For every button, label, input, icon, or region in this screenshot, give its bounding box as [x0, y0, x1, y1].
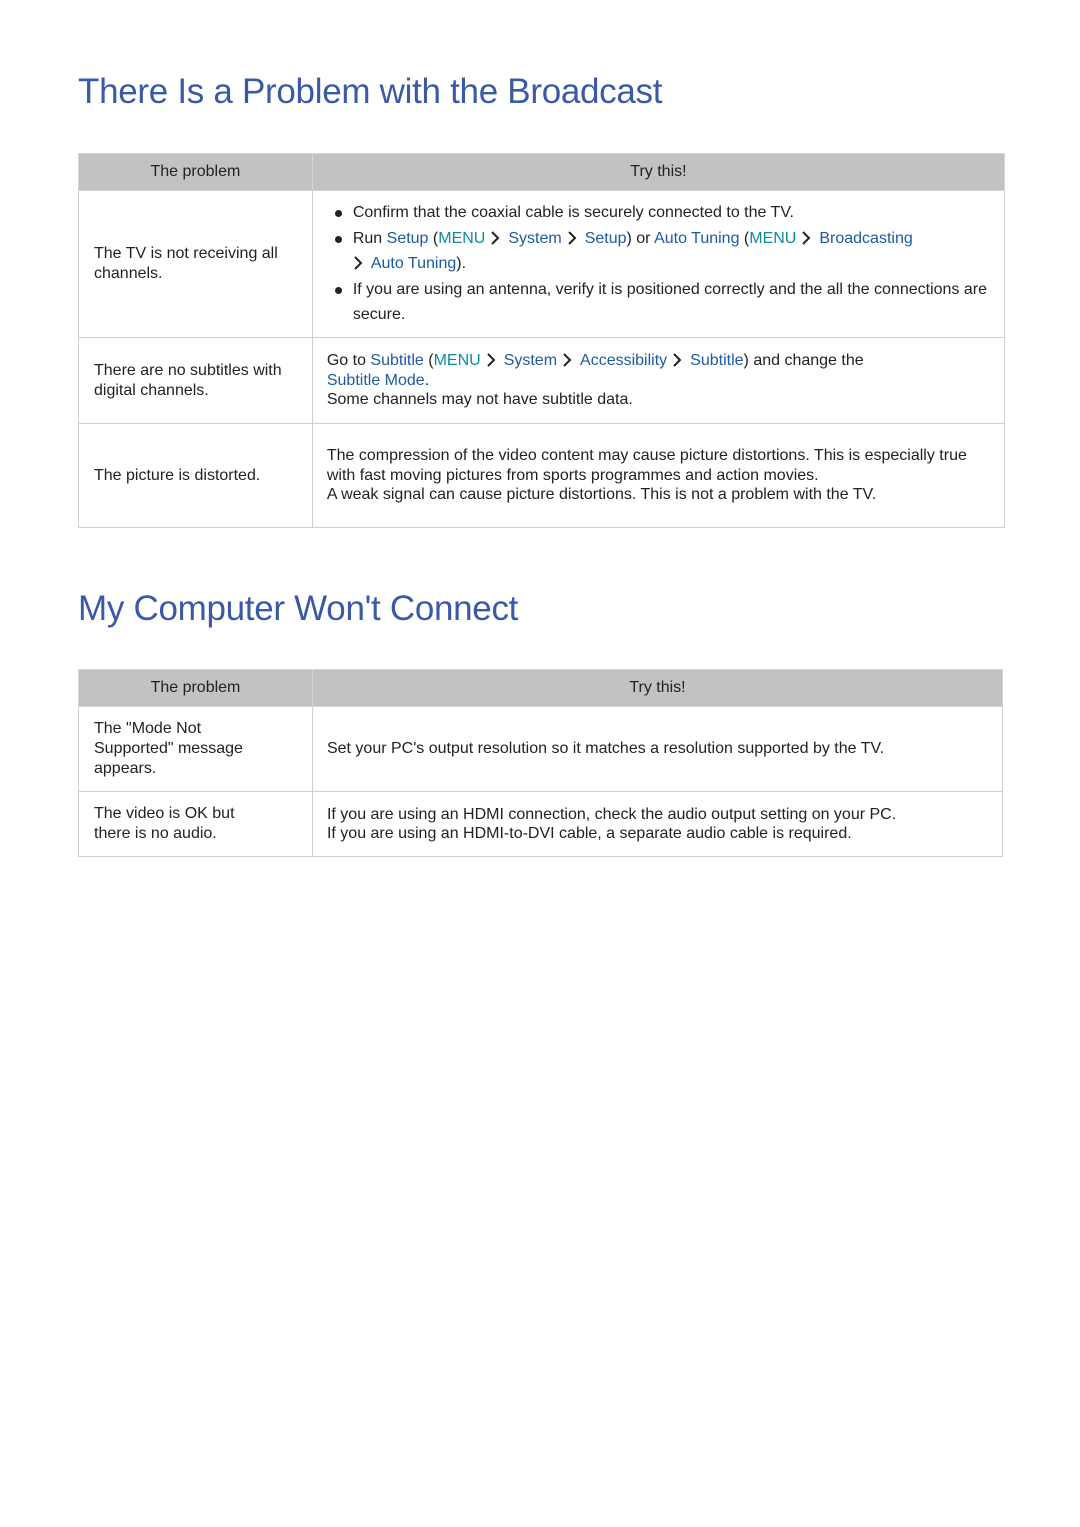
link-accessibility[interactable]: Accessibility [580, 352, 667, 369]
header-try-this: Try this! [311, 153, 1006, 191]
problem-cell: The "Mode Not Supported" message appears… [78, 706, 313, 792]
menu-label: MENU [438, 229, 486, 247]
link-setup[interactable]: Setup [387, 230, 429, 247]
section-title-broadcast: There Is a Problem with the Broadcast [78, 72, 663, 111]
link-system[interactable]: System [508, 230, 561, 247]
chevron-right-icon [672, 353, 682, 367]
list-item: Run Setup (MENU System Setup) or Auto Tuni… [327, 226, 990, 277]
menu-label: MENU [749, 229, 797, 247]
bullet-icon [334, 210, 342, 218]
try-cell: Confirm that the coaxial cable is secure… [311, 190, 1006, 338]
link-auto-tuning[interactable]: Auto Tuning [371, 255, 456, 272]
table-row: The "Mode Not Supported" message appears… [78, 706, 1004, 792]
link-system[interactable]: System [504, 352, 557, 369]
list-item: Confirm that the coaxial cable is secure… [327, 200, 990, 226]
link-setup[interactable]: Setup [585, 230, 627, 247]
broadcast-table: The problem Try this! The TV is not rece… [78, 153, 1006, 528]
link-subtitle-mode[interactable]: Subtitle Mode [327, 372, 425, 389]
link-subtitle[interactable]: Subtitle [690, 352, 743, 369]
table-header-row: The problem Try this! [78, 153, 1006, 191]
chevron-right-icon [486, 353, 496, 367]
chevron-right-icon [801, 231, 811, 245]
menu-label: MENU [433, 352, 481, 370]
bullet-icon [334, 286, 342, 294]
chevron-right-icon [567, 231, 577, 245]
bullet-icon [334, 235, 342, 243]
chevron-right-icon [562, 353, 572, 367]
table-row: The video is OK but there is no audio. I… [78, 791, 1004, 857]
link-auto-tuning[interactable]: Auto Tuning [654, 230, 739, 247]
table-row: There are no subtitles with digital chan… [78, 337, 1006, 424]
header-try-this: Try this! [311, 669, 1004, 707]
list-item: If you are using an antenna, verify it i… [327, 277, 990, 328]
problem-cell: There are no subtitles with digital chan… [78, 337, 313, 424]
link-broadcasting[interactable]: Broadcasting [819, 230, 912, 247]
section-title-computer: My Computer Won't Connect [78, 589, 519, 628]
table-row: The TV is not receiving all channels. Co… [78, 190, 1006, 338]
try-cell: Go to Subtitle (MENU System Accessibility S… [311, 337, 1006, 424]
try-cell: The compression of the video content may… [311, 423, 1006, 528]
header-problem: The problem [78, 153, 313, 191]
bullet-list: Confirm that the coaxial cable is secure… [327, 200, 990, 328]
problem-cell: The video is OK but there is no audio. [78, 791, 313, 857]
try-cell: Set your PC's output resolution so it ma… [311, 706, 1004, 792]
chevron-right-icon [490, 231, 500, 245]
problem-cell: The TV is not receiving all channels. [78, 190, 313, 338]
link-subtitle[interactable]: Subtitle [370, 352, 423, 369]
try-cell: If you are using an HDMI connection, che… [311, 791, 1004, 857]
problem-cell: The picture is distorted. [78, 423, 313, 528]
header-problem: The problem [78, 669, 313, 707]
table-row: The picture is distorted. The compressio… [78, 423, 1006, 528]
chevron-right-icon [353, 256, 363, 270]
table-header-row: The problem Try this! [78, 669, 1004, 707]
computer-table: The problem Try this! The "Mode Not Supp… [78, 669, 1004, 857]
